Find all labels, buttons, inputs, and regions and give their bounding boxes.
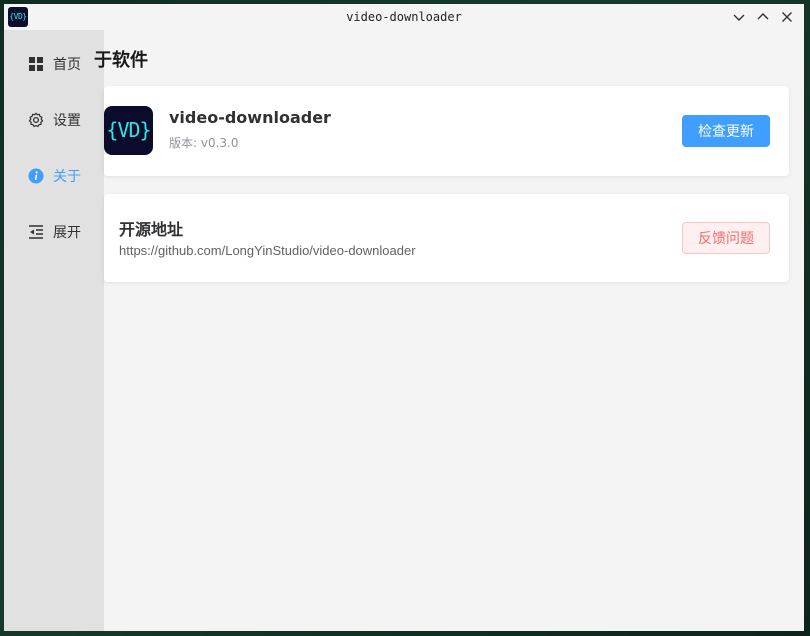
sidebar-item-home[interactable]: 首页 [4, 44, 104, 84]
feedback-button[interactable]: 反馈问题 [682, 222, 770, 254]
gear-icon [28, 112, 44, 128]
app-logo: {VD} [104, 106, 153, 155]
about-card: {VD} video-downloader 版本: v0.3.0 检查更新 [104, 86, 789, 176]
source-title: 开源地址 [119, 220, 184, 239]
sidebar-item-label: 设置 [53, 113, 81, 129]
grid-icon [28, 56, 44, 72]
app-version: 版本: v0.3.0 [169, 136, 239, 150]
sidebar-item-label: 首页 [53, 57, 81, 73]
expand-icon [28, 224, 44, 240]
sidebar-item-label: 关于 [53, 169, 81, 185]
chevron-up-icon [757, 13, 769, 20]
close-icon [782, 12, 792, 22]
check-update-button[interactable]: 检查更新 [682, 115, 770, 147]
sidebar-item-settings[interactable]: 设置 [4, 100, 104, 140]
maximize-button[interactable] [754, 8, 772, 26]
source-url-link[interactable]: https://github.com/LongYinStudio/video-d… [119, 243, 416, 258]
close-button[interactable] [778, 8, 796, 26]
sidebar: 首页 设置 关于 展开 [4, 30, 104, 631]
info-icon [28, 168, 44, 184]
minimize-button[interactable] [730, 8, 748, 26]
main-content: 于软件 {VD} video-downloader 版本: v0.3.0 检查更… [94, 30, 804, 631]
title-bar[interactable]: {VD} video-downloader [4, 4, 804, 30]
sidebar-item-expand[interactable]: 展开 [4, 212, 104, 252]
window-title: video-downloader [346, 10, 462, 24]
window-controls [730, 8, 796, 26]
chevron-down-icon [733, 14, 745, 21]
app-name: video-downloader [169, 108, 331, 127]
source-card: 开源地址 https://github.com/LongYinStudio/vi… [104, 194, 789, 282]
sidebar-item-about[interactable]: 关于 [4, 156, 104, 196]
sidebar-item-label: 展开 [53, 225, 81, 241]
page-title: 于软件 [94, 50, 148, 71]
app-window: {VD} video-downloader 首页 设置 关于 展开 于软件 {V… [4, 4, 804, 631]
